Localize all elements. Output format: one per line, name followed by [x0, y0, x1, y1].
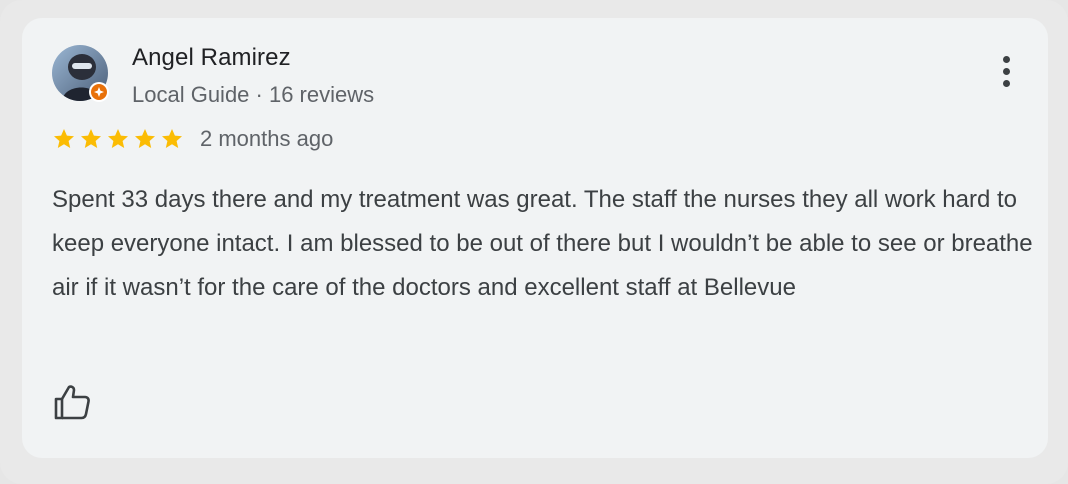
- thumbs-up-icon: [54, 385, 90, 420]
- star-icon: [162, 129, 182, 148]
- review-time: 2 months ago: [200, 126, 334, 151]
- star-icon: [81, 129, 101, 148]
- avatar[interactable]: [52, 45, 109, 102]
- review-text: Spent 33 days there and my treatment was…: [52, 186, 1033, 301]
- star-icon: [135, 129, 155, 148]
- star-icon: [108, 129, 128, 148]
- star-rating: [52, 127, 184, 151]
- more-options-button[interactable]: [1000, 56, 1012, 92]
- local-guide-badge-icon: [89, 82, 109, 102]
- more-vert-icon: [1002, 56, 1010, 63]
- review-card: Angel Ramirez Local Guide · 16 reviews 2…: [22, 18, 1048, 458]
- like-button[interactable]: [52, 382, 92, 422]
- review-frame: Angel Ramirez Local Guide · 16 reviews 2…: [0, 0, 1068, 484]
- star-icon: [54, 129, 74, 148]
- author-meta: Local Guide · 16 reviews: [132, 82, 375, 107]
- rating-row: 2 months ago: [52, 126, 333, 152]
- author-name[interactable]: Angel Ramirez: [132, 44, 291, 72]
